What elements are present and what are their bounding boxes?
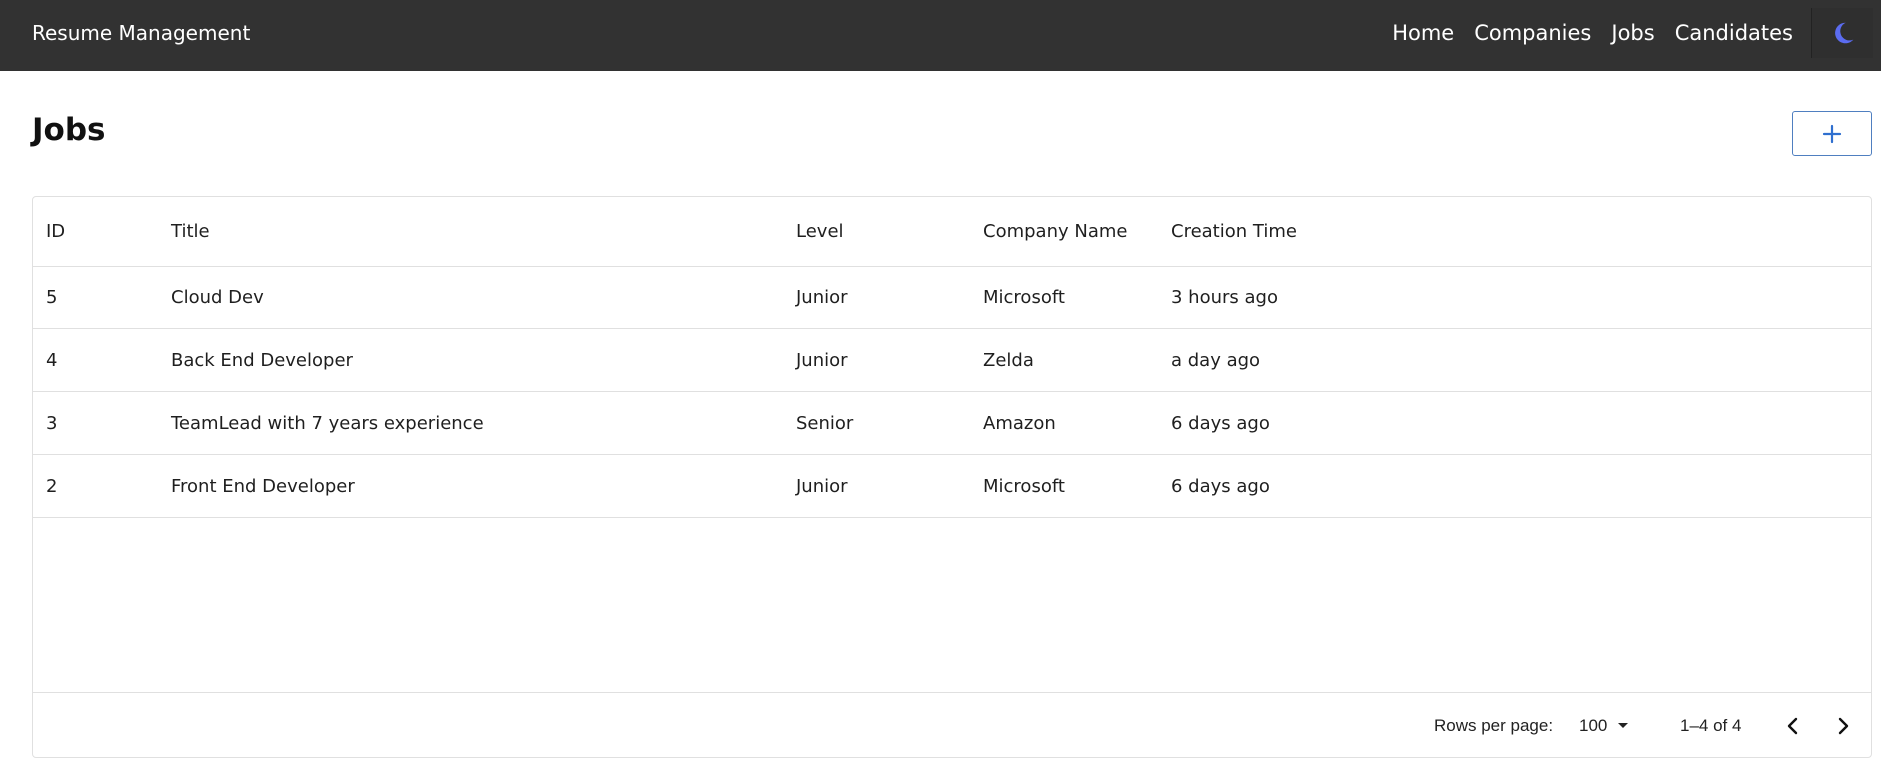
cell-title: Cloud Dev — [171, 287, 264, 308]
pagination-range: 1–4 of 4 — [1680, 716, 1742, 735]
previous-page-button[interactable] — [1773, 706, 1813, 746]
cell-creation-time: 6 days ago — [1171, 413, 1270, 434]
cell-company-name: Zelda — [983, 350, 1034, 371]
cell-level: Senior — [796, 413, 854, 434]
nav-companies[interactable]: Companies — [1474, 21, 1591, 45]
cell-company-name: Microsoft — [983, 476, 1065, 497]
cell-creation-time: 6 days ago — [1171, 476, 1270, 497]
rows-per-page-value: 100 — [1579, 716, 1608, 735]
jobs-table: ID Title Level Company Name Creation Tim… — [32, 196, 1872, 758]
next-page-button[interactable] — [1823, 706, 1863, 746]
cell-creation-time: 3 hours ago — [1171, 287, 1278, 308]
table-row[interactable]: 3 TeamLead with 7 years experience Senio… — [33, 393, 1871, 455]
cell-id: 3 — [46, 413, 58, 434]
cell-company-name: Microsoft — [983, 287, 1065, 308]
caret-down-icon — [1618, 723, 1629, 728]
cell-id: 4 — [46, 350, 58, 371]
table-row[interactable]: 2 Front End Developer Junior Microsoft 6… — [33, 456, 1871, 518]
moon-icon — [1834, 22, 1853, 44]
add-job-button[interactable] — [1792, 111, 1872, 156]
rows-per-page-label: Rows per page: — [1434, 716, 1554, 735]
cell-id: 5 — [46, 287, 58, 308]
cell-title: Front End Developer — [171, 476, 355, 497]
nav-candidates[interactable]: Candidates — [1675, 21, 1793, 45]
cell-company-name: Amazon — [983, 413, 1056, 434]
page-title: Jobs — [32, 112, 106, 148]
cell-level: Junior — [796, 350, 848, 371]
cell-level: Junior — [796, 476, 848, 497]
table-pagination: Rows per page: 100 1–4 of 4 — [33, 692, 1871, 758]
column-header-level[interactable]: Level — [796, 197, 844, 266]
chevron-left-icon — [1787, 717, 1798, 735]
cell-id: 2 — [46, 476, 58, 497]
main-nav: Home Companies Jobs Candidates — [1372, 0, 1793, 66]
column-header-id[interactable]: ID — [46, 197, 65, 266]
cell-creation-time: a day ago — [1171, 350, 1261, 371]
rows-per-page-select[interactable]: 100 — [1579, 693, 1629, 759]
plus-icon — [1822, 124, 1842, 143]
chevron-right-icon — [1838, 717, 1849, 735]
cell-level: Junior — [796, 287, 848, 308]
cell-title: Back End Developer — [171, 350, 353, 371]
top-app-bar: Resume Management Home Companies Jobs Ca… — [0, 0, 1881, 71]
table-row[interactable]: 4 Back End Developer Junior Zelda a day … — [33, 330, 1871, 392]
table-header-row: ID Title Level Company Name Creation Tim… — [33, 197, 1871, 267]
theme-toggle-button[interactable] — [1811, 8, 1873, 58]
nav-home[interactable]: Home — [1392, 21, 1454, 45]
table-row[interactable]: 5 Cloud Dev Junior Microsoft 3 hours ago — [33, 267, 1871, 329]
column-header-company-name[interactable]: Company Name — [983, 197, 1127, 266]
nav-jobs[interactable]: Jobs — [1611, 21, 1654, 45]
column-header-title[interactable]: Title — [171, 197, 210, 266]
cell-title: TeamLead with 7 years experience — [171, 413, 484, 434]
column-header-creation-time[interactable]: Creation Time — [1171, 197, 1297, 266]
app-title: Resume Management — [32, 21, 251, 45]
